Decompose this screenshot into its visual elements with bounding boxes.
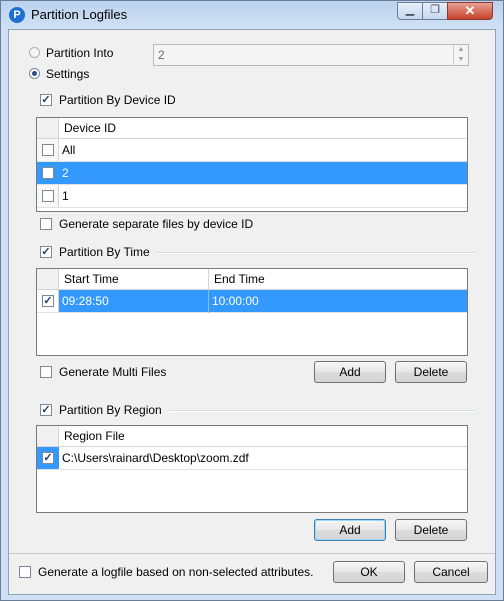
dialog-client-area: Partition Into 2 ▲ ▼ Settings ✓ Partitio… bbox=[8, 29, 496, 595]
time-table[interactable]: Start Time End Time ✓ 09:28:50 10:00:00 bbox=[36, 268, 468, 356]
settings-label: Settings bbox=[46, 67, 90, 81]
separate-files-label: Generate separate files by device ID bbox=[59, 217, 254, 231]
time-row[interactable]: ✓ 09:28:50 10:00:00 bbox=[37, 290, 467, 313]
multi-files-label: Generate Multi Files bbox=[59, 365, 167, 379]
row-check-cell: ✓ bbox=[37, 290, 59, 312]
multi-files-checkbox[interactable] bbox=[40, 366, 52, 378]
end-time-cell[interactable]: 10:00:00 bbox=[212, 294, 259, 308]
region-row[interactable]: ✓ C:\Users\rainard\Desktop\zoom.zdf bbox=[37, 447, 467, 470]
region-checkbox[interactable]: ✓ bbox=[40, 404, 52, 416]
region-file-path[interactable]: C:\Users\rainard\Desktop\zoom.zdf bbox=[62, 451, 249, 465]
region-file-header[interactable]: Region File bbox=[64, 429, 125, 443]
device-row-label: All bbox=[62, 143, 76, 157]
row-check-cell: ✓ bbox=[37, 447, 59, 469]
region-group-divider bbox=[169, 410, 476, 412]
ok-button[interactable]: OK bbox=[333, 561, 405, 583]
time-add-button[interactable]: Add bbox=[314, 361, 386, 383]
device-row-label: 1 bbox=[62, 189, 69, 203]
partition-count-spinner[interactable]: 2 ▲ ▼ bbox=[153, 44, 469, 66]
settings-radio[interactable] bbox=[29, 68, 40, 79]
partition-count-value: 2 bbox=[158, 48, 165, 62]
end-time-header[interactable]: End Time bbox=[214, 272, 265, 286]
footer-divider bbox=[9, 553, 495, 554]
region-header-checkcol bbox=[37, 426, 59, 446]
dialog-window: P Partition Logfiles ▁ ❐ ✕ Partition Int… bbox=[0, 0, 504, 601]
device-row-checkbox[interactable] bbox=[42, 167, 54, 179]
row-check-cell bbox=[37, 185, 59, 207]
region-checkbox-label: Partition By Region bbox=[59, 403, 162, 417]
window-title: Partition Logfiles bbox=[31, 7, 128, 22]
region-row-checkbox[interactable]: ✓ bbox=[42, 452, 54, 464]
device-row-checkbox[interactable] bbox=[42, 144, 54, 156]
device-row-1[interactable]: 1 bbox=[37, 185, 467, 208]
time-delete-button[interactable]: Delete bbox=[395, 361, 467, 383]
spin-up-icon[interactable]: ▲ bbox=[454, 45, 468, 55]
close-button[interactable]: ✕ bbox=[447, 2, 493, 20]
time-group-divider bbox=[156, 252, 476, 254]
device-table-header: Device ID bbox=[37, 118, 467, 139]
start-time-cell[interactable]: 09:28:50 bbox=[62, 294, 109, 308]
region-delete-button[interactable]: Delete bbox=[395, 519, 467, 541]
cell-separator bbox=[208, 290, 209, 313]
row-check-cell bbox=[37, 139, 59, 161]
start-time-header[interactable]: Start Time bbox=[64, 272, 119, 286]
partition-into-label: Partition Into bbox=[46, 46, 114, 60]
spin-down-icon[interactable]: ▼ bbox=[454, 55, 468, 65]
minimize-button[interactable]: ▁ bbox=[397, 2, 423, 20]
time-checkbox[interactable]: ✓ bbox=[40, 246, 52, 258]
region-add-button[interactable]: Add bbox=[314, 519, 386, 541]
title-bar[interactable]: P Partition Logfiles ▁ ❐ ✕ bbox=[1, 1, 503, 27]
device-row-all[interactable]: All bbox=[37, 139, 467, 162]
nonselected-checkbox[interactable] bbox=[19, 566, 31, 578]
time-header-checkcol bbox=[37, 269, 59, 289]
device-id-header[interactable]: Device ID bbox=[64, 121, 116, 135]
device-checkbox-label: Partition By Device ID bbox=[59, 93, 176, 107]
row-check-cell bbox=[37, 162, 59, 184]
device-checkbox[interactable]: ✓ bbox=[40, 94, 52, 106]
time-table-header: Start Time End Time bbox=[37, 269, 467, 290]
maximize-button[interactable]: ❐ bbox=[422, 2, 448, 20]
device-row-checkbox[interactable] bbox=[42, 190, 54, 202]
time-row-checkbox[interactable]: ✓ bbox=[42, 295, 54, 307]
device-table[interactable]: Device ID All 2 1 bbox=[36, 117, 468, 212]
partition-into-radio[interactable] bbox=[29, 47, 40, 58]
region-table-header: Region File bbox=[37, 426, 467, 447]
device-row-2[interactable]: 2 bbox=[37, 162, 467, 185]
nonselected-label: Generate a logfile based on non-selected… bbox=[38, 565, 314, 579]
region-table[interactable]: Region File ✓ C:\Users\rainard\Desktop\z… bbox=[36, 425, 468, 513]
cancel-button[interactable]: Cancel bbox=[414, 561, 488, 583]
column-separator[interactable] bbox=[208, 269, 209, 289]
time-checkbox-label: Partition By Time bbox=[59, 245, 150, 259]
device-header-checkcol bbox=[37, 118, 59, 138]
device-row-label: 2 bbox=[62, 166, 69, 180]
separate-files-checkbox[interactable] bbox=[40, 218, 52, 230]
spinner-buttons[interactable]: ▲ ▼ bbox=[453, 45, 468, 65]
app-icon: P bbox=[9, 7, 25, 23]
